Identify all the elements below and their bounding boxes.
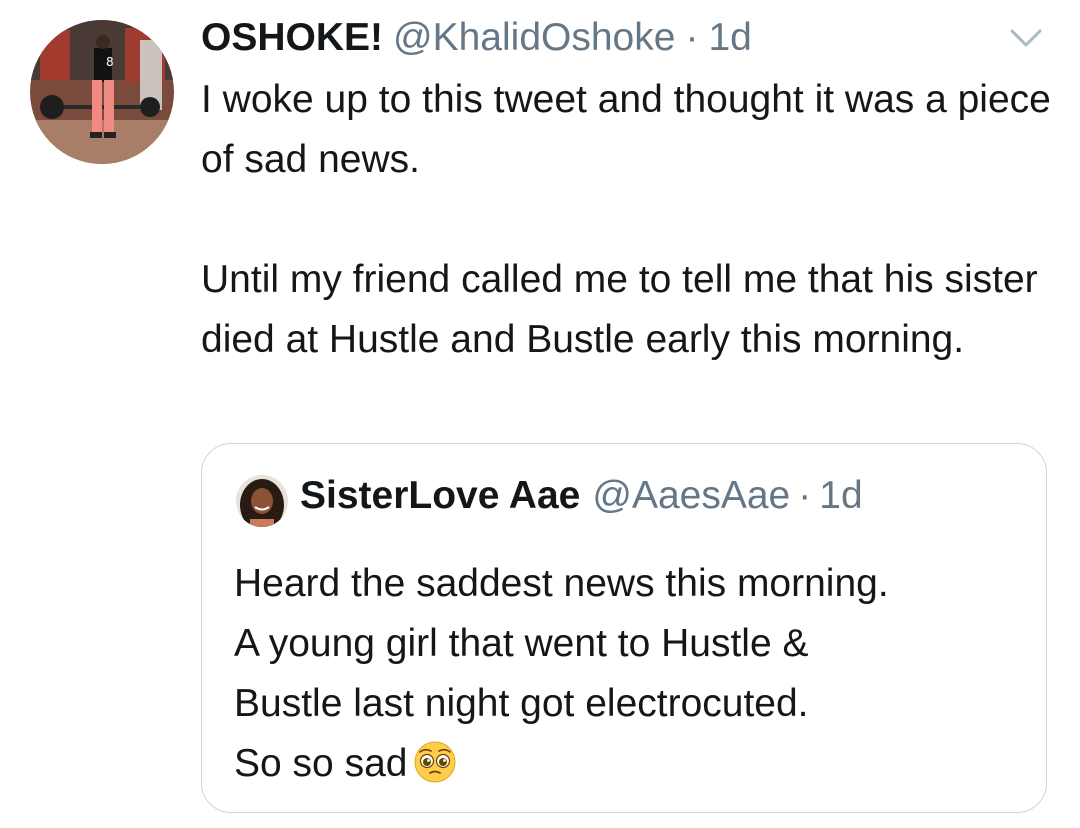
gym-photo-icon: 8 [30, 20, 174, 164]
tweet-timestamp[interactable]: 1d [708, 16, 751, 60]
pleading-face-emoji-icon [414, 741, 456, 783]
author-name[interactable]: OSHOKE! [201, 16, 383, 60]
tweet[interactable]: 8 OSHOKE! @KhalidOshoke · 1d I woke up t… [0, 0, 1080, 828]
quoted-text-line-4: So so sad [234, 742, 408, 785]
woman-photo-icon [236, 475, 288, 527]
quoted-text-line: Heard the saddest news this morning. [234, 562, 889, 605]
tweet-text: I woke up to this tweet and thought it w… [201, 70, 1051, 370]
author-handle[interactable]: @KhalidOshoke [393, 16, 675, 60]
quoted-text-line: Bustle last night got electrocuted. [234, 682, 809, 725]
chevron-down-icon [1010, 29, 1042, 47]
quoted-text-line-last: So so sad [234, 734, 1024, 794]
quoted-author-avatar[interactable] [236, 475, 288, 527]
quoted-text-line: A young girl that went to Hustle & [234, 622, 809, 665]
author-avatar[interactable]: 8 [30, 20, 174, 164]
quoted-tweet-text: Heard the saddest news this morning. A y… [234, 554, 1024, 794]
quoted-author-name[interactable]: SisterLove Aae [300, 474, 580, 518]
separator-dot: · [685, 16, 699, 59]
quoted-tweet[interactable]: SisterLove Aae @AaesAae · 1d Heard the s… [201, 443, 1047, 813]
quoted-separator-dot: · [798, 474, 812, 517]
quoted-tweet-header: SisterLove Aae @AaesAae · 1d [300, 474, 863, 518]
tweet-header: OSHOKE! @KhalidOshoke · 1d [201, 16, 752, 66]
quoted-tweet-timestamp[interactable]: 1d [819, 474, 862, 518]
quoted-author-handle[interactable]: @AaesAae [592, 474, 790, 518]
svg-text:8: 8 [106, 55, 114, 69]
tweet-paragraph-1: I woke up to this tweet and thought it w… [201, 78, 1051, 181]
tweet-paragraph-2: Until my friend called me to tell me tha… [201, 258, 1038, 361]
tweet-menu-button[interactable] [1008, 26, 1044, 50]
